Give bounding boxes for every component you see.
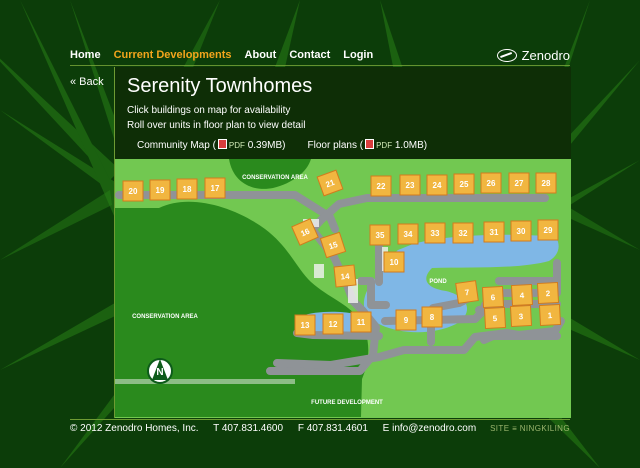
back-link[interactable]: « Back (70, 76, 104, 88)
left-conservation-label: CONSERVATION AREA (132, 314, 198, 320)
building-28[interactable]: 28 (535, 172, 557, 194)
community-site-map[interactable]: CONSERVATION AREA CONSERVATION AREA POND… (115, 159, 571, 418)
building-number: 30 (517, 227, 526, 236)
building-number: 10 (390, 258, 399, 267)
footer-email[interactable]: E info@zenodro.com (383, 423, 477, 434)
building-8[interactable]: 8 (421, 306, 443, 328)
building-number: 9 (404, 316, 409, 325)
building-9[interactable]: 9 (395, 309, 417, 331)
building-number: 33 (431, 229, 440, 238)
instruction-floorplan: Roll over units in floor plan to view de… (127, 120, 306, 131)
building-number: 8 (430, 313, 435, 322)
download-links: Community Map (PDF 0.39MB) Floor plans (… (137, 139, 427, 151)
building-13[interactable]: 13 (294, 314, 316, 336)
building-number: 11 (357, 318, 366, 327)
nav-home[interactable]: Home (70, 49, 101, 61)
future-development-label: FUTURE DEVELOPMENT (311, 400, 383, 406)
logo-text: Zenodro (521, 48, 570, 63)
building-3[interactable]: 3 (509, 304, 533, 328)
site-credit[interactable]: SITE ≡ NINGKILING (490, 424, 570, 433)
building-4[interactable]: 4 (510, 283, 534, 307)
building-number: 27 (515, 179, 524, 188)
building-33[interactable]: 33 (424, 222, 446, 244)
building-number: 29 (544, 226, 553, 235)
building-34[interactable]: 34 (397, 223, 419, 245)
building-10[interactable]: 10 (383, 251, 405, 273)
building-35[interactable]: 35 (369, 224, 391, 246)
building-number: 13 (301, 321, 310, 330)
building-11[interactable]: 11 (350, 311, 372, 333)
building-22[interactable]: 22 (370, 175, 392, 197)
building-27[interactable]: 27 (508, 172, 530, 194)
building-14[interactable]: 14 (333, 264, 357, 288)
building-number: 18 (183, 185, 192, 194)
instruction-map: Click buildings on map for availability (127, 105, 291, 116)
footer-fax: F 407.831.4601 (297, 423, 368, 434)
building-number: 17 (211, 184, 220, 193)
building-number: 23 (406, 181, 415, 190)
zenodro-logo[interactable]: Zenodro (496, 48, 570, 63)
building-number: 19 (156, 186, 165, 195)
building-23[interactable]: 23 (399, 174, 421, 196)
pdf-icon (365, 139, 375, 149)
building-18[interactable]: 18 (176, 178, 198, 200)
nav-about[interactable]: About (245, 49, 277, 61)
pond-label: POND (429, 279, 447, 285)
footer-contact: © 2012 Zenodro Homes, Inc. T 407.831.460… (70, 423, 488, 434)
building-number: 24 (433, 181, 442, 190)
building-25[interactable]: 25 (453, 173, 475, 195)
nav-current-developments[interactable]: Current Developments (114, 49, 232, 61)
building-31[interactable]: 31 (483, 221, 505, 243)
north-letter: N (156, 367, 163, 378)
nav-login[interactable]: Login (343, 49, 373, 61)
building-number: 28 (542, 179, 551, 188)
building-number: 34 (404, 230, 413, 239)
page-title: Serenity Townhomes (127, 75, 313, 97)
building-26[interactable]: 26 (480, 172, 502, 194)
building-number: 14 (340, 272, 350, 282)
content-panel: Serenity Townhomes Click buildings on ma… (114, 67, 571, 418)
building-number: 32 (459, 229, 468, 238)
building-number: 26 (487, 179, 496, 188)
footer-copyright: © 2012 Zenodro Homes, Inc. (70, 423, 199, 434)
building-7[interactable]: 7 (455, 280, 479, 304)
main-nav: Home Current Developments About Contact … (70, 49, 386, 61)
building-number: 35 (376, 231, 385, 240)
building-19[interactable]: 19 (149, 179, 171, 201)
building-30[interactable]: 30 (510, 220, 532, 242)
building-24[interactable]: 24 (426, 174, 448, 196)
building-12[interactable]: 12 (322, 313, 344, 335)
building-number: 31 (490, 228, 499, 237)
top-conservation-label: CONSERVATION AREA (242, 175, 308, 181)
building-20[interactable]: 20 (122, 180, 144, 202)
building-17[interactable]: 17 (204, 177, 226, 199)
building-1[interactable]: 1 (538, 303, 562, 327)
building-32[interactable]: 32 (452, 222, 474, 244)
north-arrow: N (147, 358, 173, 384)
building-number: 12 (329, 320, 338, 329)
floor-plans-link[interactable]: Floor plans (PDF 1.0MB) (308, 139, 427, 151)
logo-mark-icon (496, 49, 517, 62)
header-divider (70, 65, 570, 66)
footer-divider (70, 419, 570, 420)
building-6[interactable]: 6 (481, 285, 505, 309)
community-map-link[interactable]: Community Map (PDF 0.39MB) (137, 139, 286, 151)
building-5[interactable]: 5 (483, 306, 507, 330)
pdf-icon (217, 139, 227, 149)
nav-contact[interactable]: Contact (289, 49, 330, 61)
footer-phone: T 407.831.4600 (213, 423, 284, 434)
building-number: 22 (377, 182, 386, 191)
building-29[interactable]: 29 (537, 219, 559, 241)
building-2[interactable]: 2 (536, 281, 560, 305)
building-number: 20 (129, 187, 138, 196)
building-number: 25 (460, 180, 469, 189)
